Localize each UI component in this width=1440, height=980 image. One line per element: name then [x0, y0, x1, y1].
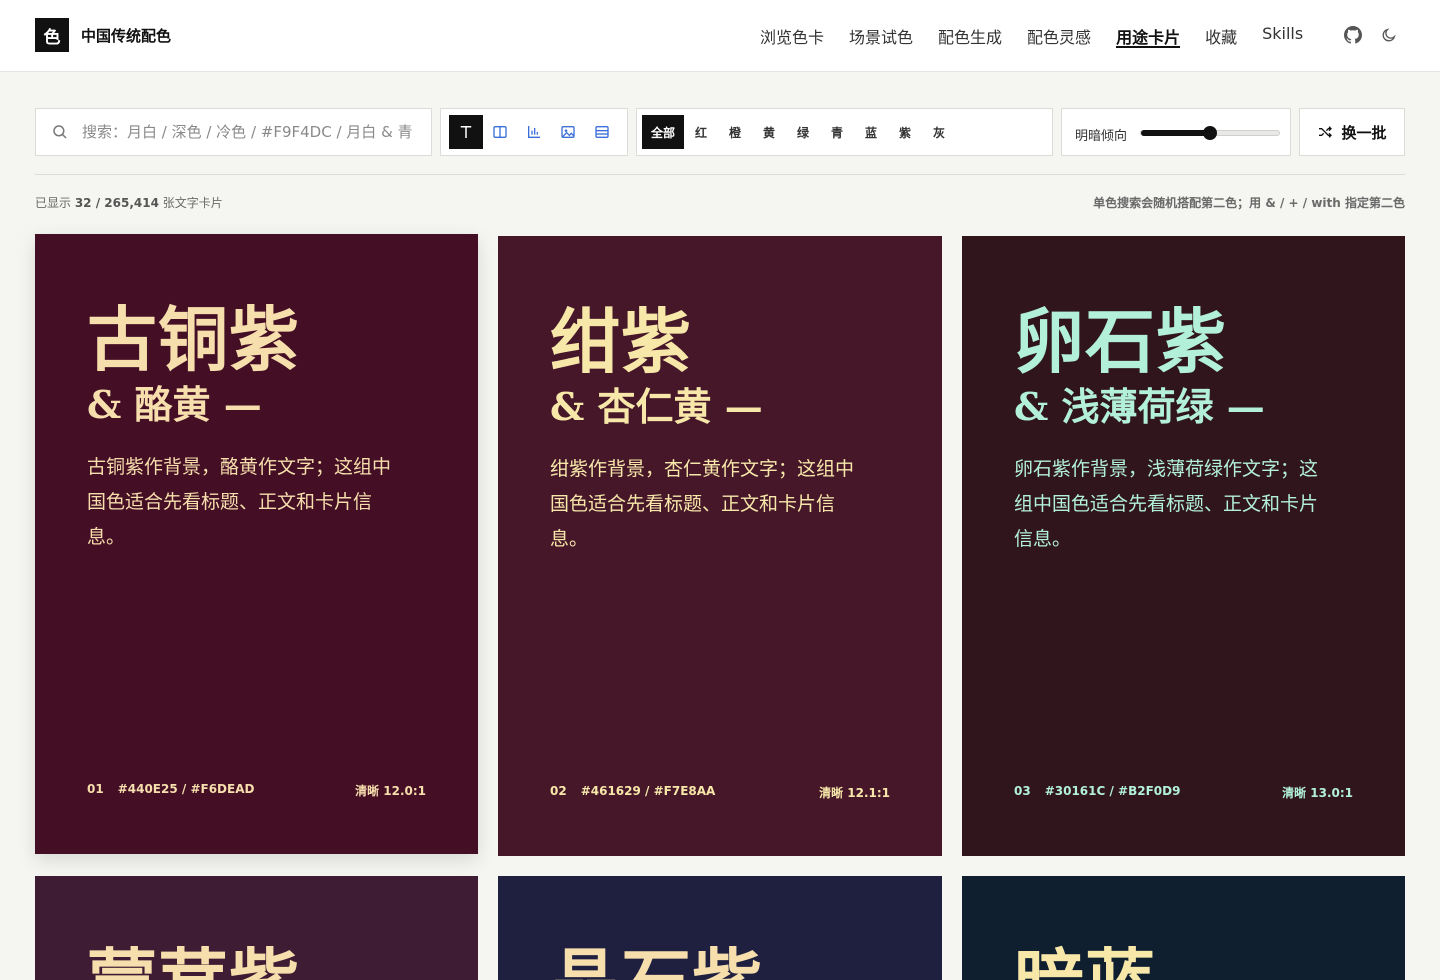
card-codes: #440E25 / #F6DEAD	[117, 782, 255, 796]
card-contrast: 清晰 13.0:1	[1282, 786, 1353, 800]
card-index: 03	[1014, 784, 1031, 798]
search-input[interactable]	[82, 119, 412, 145]
nav-item-skills[interactable]: Skills	[1262, 24, 1303, 48]
image-icon	[561, 126, 575, 138]
search-hint: 单色搜索会随机搭配第二色；用 & / + / with 指定第二色	[1093, 196, 1405, 210]
list-icon	[595, 126, 609, 138]
filter-gray[interactable]: 灰	[922, 115, 956, 149]
nav-item-favorites[interactable]: 收藏	[1205, 24, 1237, 48]
list-mode-button[interactable]	[585, 115, 619, 149]
columns-icon	[493, 126, 507, 138]
card-codes: #30161C / #B2F0D9	[1044, 784, 1181, 798]
card-meta: 02 #461629 / #F7E8AA 清晰 12.1:1	[550, 784, 890, 801]
card-title: 晶石紫	[550, 926, 763, 980]
card-body: 卵石紫作背景，浅薄荷绿作文字；这组中国色适合先看标题、正文和卡片信息。	[1014, 458, 1319, 550]
nav-item-usage-cards[interactable]: 用途卡片	[1116, 24, 1181, 48]
text-icon	[460, 126, 472, 138]
color-card[interactable]: 卵石紫 & 浅薄荷绿 — 卵石紫作背景，浅薄荷绿作文字；这组中国色适合先看标题、…	[962, 236, 1405, 856]
moon-icon[interactable]	[1379, 24, 1399, 46]
filter-purple[interactable]: 紫	[888, 115, 922, 149]
color-filter-group: 全部 红 橙 黄 绿 青 蓝 紫 灰	[636, 108, 1053, 156]
card-partner: & 杏仁黄 —	[550, 384, 763, 429]
card-partner: & 酪黄 —	[87, 382, 262, 427]
brand-name[interactable]: 中国传统配色	[81, 25, 171, 46]
filter-red[interactable]: 红	[684, 115, 718, 149]
card-title: 绀紫	[550, 300, 692, 383]
card-body: 绀紫作背景，杏仁黄作文字；这组中国色适合先看标题、正文和卡片信息。	[550, 458, 855, 550]
filter-blue[interactable]: 蓝	[854, 115, 888, 149]
card-index: 01	[87, 782, 104, 796]
card-meta: 01 #440E25 / #F6DEAD 清晰 12.0:1	[87, 782, 426, 799]
bar-chart-icon	[528, 126, 540, 138]
shuffle-label: 换一批	[1341, 123, 1387, 142]
shuffle-icon	[1319, 126, 1333, 138]
nav-item-inspiration[interactable]: 配色灵感	[1027, 24, 1091, 48]
card-contrast: 清晰 12.1:1	[819, 786, 890, 800]
card-title: 暗蓝	[1014, 926, 1156, 980]
color-card[interactable]: 古铜紫 & 酪黄 — 古铜紫作背景，酪黄作文字；这组中国色适合先看标题、正文和卡…	[35, 234, 478, 854]
color-card[interactable]: 暗蓝	[962, 876, 1405, 980]
github-icon[interactable]	[1343, 24, 1363, 46]
card-title: 卵石紫	[1014, 300, 1227, 383]
color-card[interactable]: 绀紫 & 杏仁黄 — 绀紫作背景，杏仁黄作文字；这组中国色适合先看标题、正文和卡…	[498, 236, 942, 856]
nav-item-browse[interactable]: 浏览色卡	[760, 24, 824, 48]
shuffle-button[interactable]: 换一批	[1299, 108, 1405, 156]
logo[interactable]: 色	[35, 18, 69, 52]
filter-orange[interactable]: 橙	[718, 115, 752, 149]
card-partner: & 浅薄荷绿 —	[1014, 384, 1265, 429]
color-card[interactable]: 晶石紫	[498, 876, 942, 980]
filter-yellow[interactable]: 黄	[752, 115, 786, 149]
card-contrast: 清晰 12.0:1	[355, 784, 426, 798]
card-meta: 03 #30161C / #B2F0D9 清晰 13.0:1	[1014, 784, 1353, 801]
main-nav: 浏览色卡 场景试色 配色生成 配色灵感 用途卡片 收藏 Skills	[760, 24, 1303, 48]
divider	[35, 174, 1405, 175]
card-title: 蒙茸紫	[87, 926, 300, 980]
slider-knob[interactable]	[1203, 126, 1217, 140]
search-box	[35, 108, 432, 156]
top-bar: 色 中国传统配色 浏览色卡 场景试色 配色生成 配色灵感 用途卡片 收藏 Ski…	[0, 0, 1440, 72]
card-index: 02	[550, 784, 567, 798]
card-body: 古铜紫作背景，酪黄作文字；这组中国色适合先看标题、正文和卡片信息。	[87, 456, 392, 548]
filter-all[interactable]: 全部	[642, 115, 685, 149]
image-mode-button[interactable]	[551, 115, 585, 149]
filter-green[interactable]: 绿	[786, 115, 820, 149]
view-mode-group	[440, 108, 628, 156]
text-mode-button[interactable]	[449, 115, 483, 149]
brightness-control: 明暗倾向	[1061, 108, 1291, 156]
chart-mode-button[interactable]	[517, 115, 551, 149]
result-count: 已显示 32 / 265,414 张文字卡片	[35, 196, 223, 210]
brightness-label: 明暗倾向	[1075, 129, 1128, 144]
card-title: 古铜紫	[87, 298, 300, 381]
filter-cyan[interactable]: 青	[820, 115, 854, 149]
nav-item-generate[interactable]: 配色生成	[938, 24, 1002, 48]
brightness-slider[interactable]	[1140, 126, 1280, 140]
search-icon	[51, 123, 69, 145]
color-card[interactable]: 蒙茸紫	[35, 876, 478, 980]
card-codes: #461629 / #F7E8AA	[580, 784, 716, 798]
slider-fill	[1141, 130, 1210, 136]
columns-mode-button[interactable]	[483, 115, 517, 149]
nav-item-scene[interactable]: 场景试色	[849, 24, 913, 48]
